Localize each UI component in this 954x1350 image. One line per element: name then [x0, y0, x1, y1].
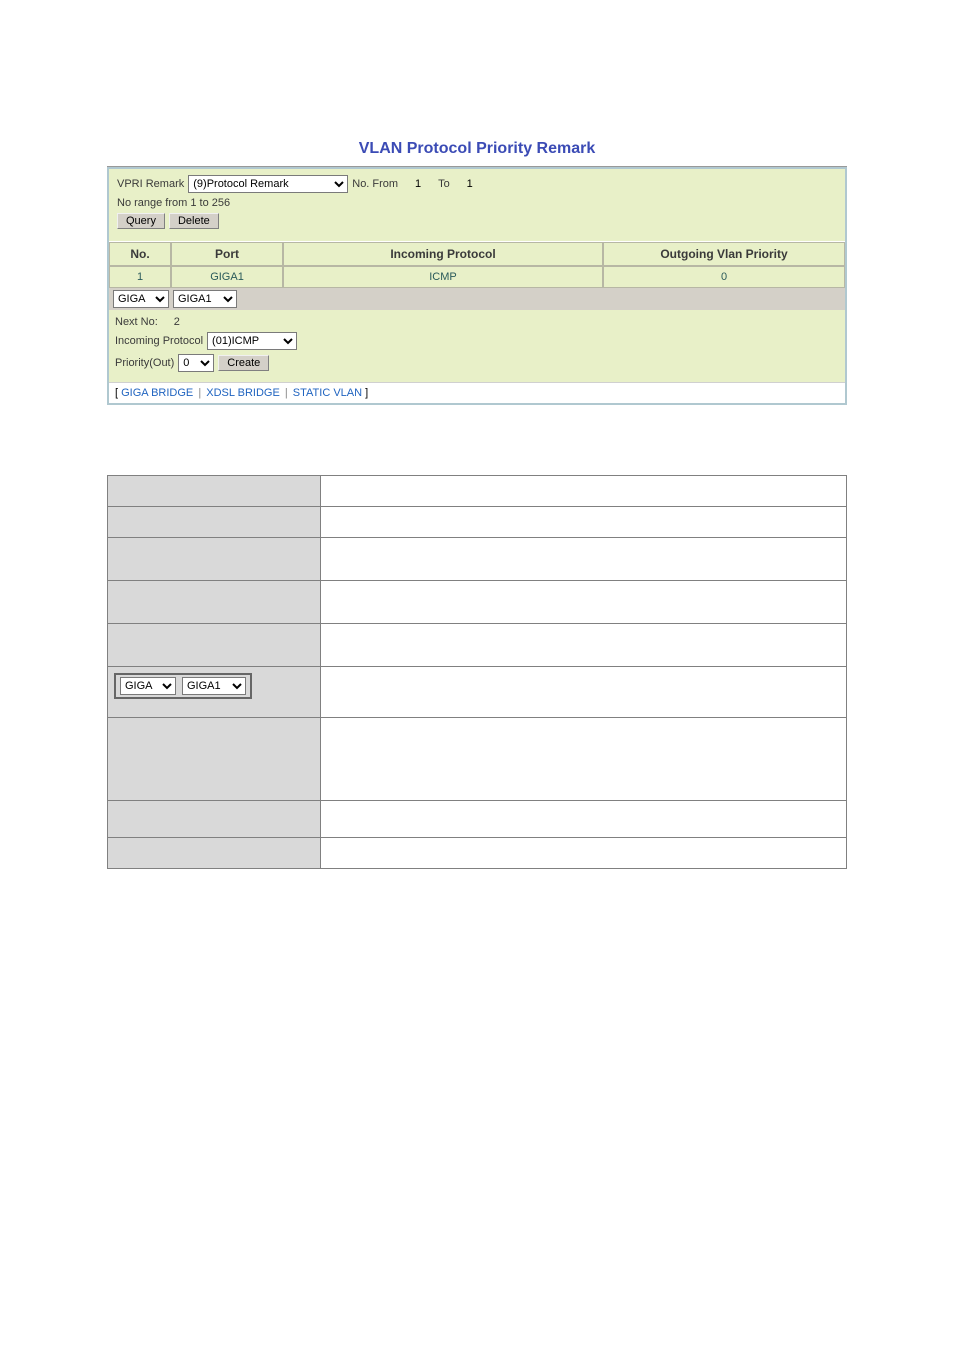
link-xdsl-bridge[interactable]: XDSL BRIDGE: [206, 387, 280, 399]
ref-cell: [321, 624, 847, 667]
ref-cell-shade: [108, 507, 321, 538]
bracket-close: ]: [365, 387, 368, 399]
ref-cell-shade: [108, 718, 321, 801]
cell-outgoing: 0: [603, 266, 845, 288]
ref-cell: [321, 476, 847, 507]
link-static-vlan[interactable]: STATIC VLAN: [293, 387, 362, 399]
vpri-remark-select[interactable]: (9)Protocol Remark: [188, 175, 348, 193]
next-no-value: 2: [174, 316, 180, 328]
link-sep: |: [285, 387, 291, 399]
incoming-protocol-select[interactable]: (01)ICMP: [207, 332, 297, 350]
link-giga-bridge[interactable]: GIGA BRIDGE: [121, 387, 193, 399]
priority-out-label: Priority(Out): [115, 357, 174, 369]
range-hint: No range from 1 to 256: [117, 197, 230, 209]
ref-cell-shade: [108, 476, 321, 507]
next-no-label: Next No:: [115, 316, 158, 328]
delete-button[interactable]: Delete: [169, 213, 219, 229]
ref-cell: [321, 838, 847, 869]
ref-cell-shade: [108, 624, 321, 667]
page-title: VLAN Protocol Priority Remark: [107, 140, 847, 158]
ref-port-type-select[interactable]: GIGA: [120, 677, 176, 695]
incoming-protocol-label: Incoming Protocol: [115, 335, 203, 347]
header-no: No.: [109, 242, 171, 266]
header-incoming: Incoming Protocol: [283, 242, 603, 266]
ref-cell-shade: [108, 801, 321, 838]
ref-cell-shade: [108, 538, 321, 581]
table-header: No. Port Incoming Protocol Outgoing Vlan…: [109, 241, 845, 266]
port-select-row: GIGA GIGA1: [109, 288, 845, 310]
main-panel: VPRI Remark (9)Protocol Remark No. From …: [107, 167, 847, 405]
to-input[interactable]: [454, 177, 486, 191]
priority-out-select[interactable]: 0: [178, 354, 214, 372]
filter-area: VPRI Remark (9)Protocol Remark No. From …: [109, 169, 845, 241]
ref-cell: [321, 667, 847, 718]
header-outgoing: Outgoing Vlan Priority: [603, 242, 845, 266]
link-sep: |: [198, 387, 204, 399]
port-number-select[interactable]: GIGA1: [173, 290, 237, 308]
create-button[interactable]: Create: [218, 355, 269, 371]
no-from-input[interactable]: [402, 177, 434, 191]
port-type-select[interactable]: GIGA: [113, 290, 169, 308]
reference-table: GIGA GIGA1: [107, 475, 847, 869]
header-port: Port: [171, 242, 283, 266]
ref-cell-shade: [108, 581, 321, 624]
ref-port-number-select[interactable]: GIGA1: [182, 677, 246, 695]
cell-no: 1: [109, 266, 171, 288]
ref-cell: [321, 801, 847, 838]
ref-cell-select-row: GIGA GIGA1: [108, 667, 321, 718]
table-row: 1 GIGA1 ICMP 0: [109, 266, 845, 288]
cell-incoming: ICMP: [283, 266, 603, 288]
ref-cell: [321, 538, 847, 581]
create-area: Next No: 2 Incoming Protocol (01)ICMP Pr…: [109, 310, 845, 382]
to-label: To: [438, 178, 450, 190]
ref-cell: [321, 581, 847, 624]
ref-cell: [321, 507, 847, 538]
cell-port: GIGA1: [171, 266, 283, 288]
links-bar: [ GIGA BRIDGE | XDSL BRIDGE | STATIC VLA…: [109, 382, 845, 403]
vpri-remark-label: VPRI Remark: [117, 178, 184, 190]
query-button[interactable]: Query: [117, 213, 165, 229]
ref-cell: [321, 718, 847, 801]
ref-cell-shade: [108, 838, 321, 869]
no-from-label: No. From: [352, 178, 398, 190]
